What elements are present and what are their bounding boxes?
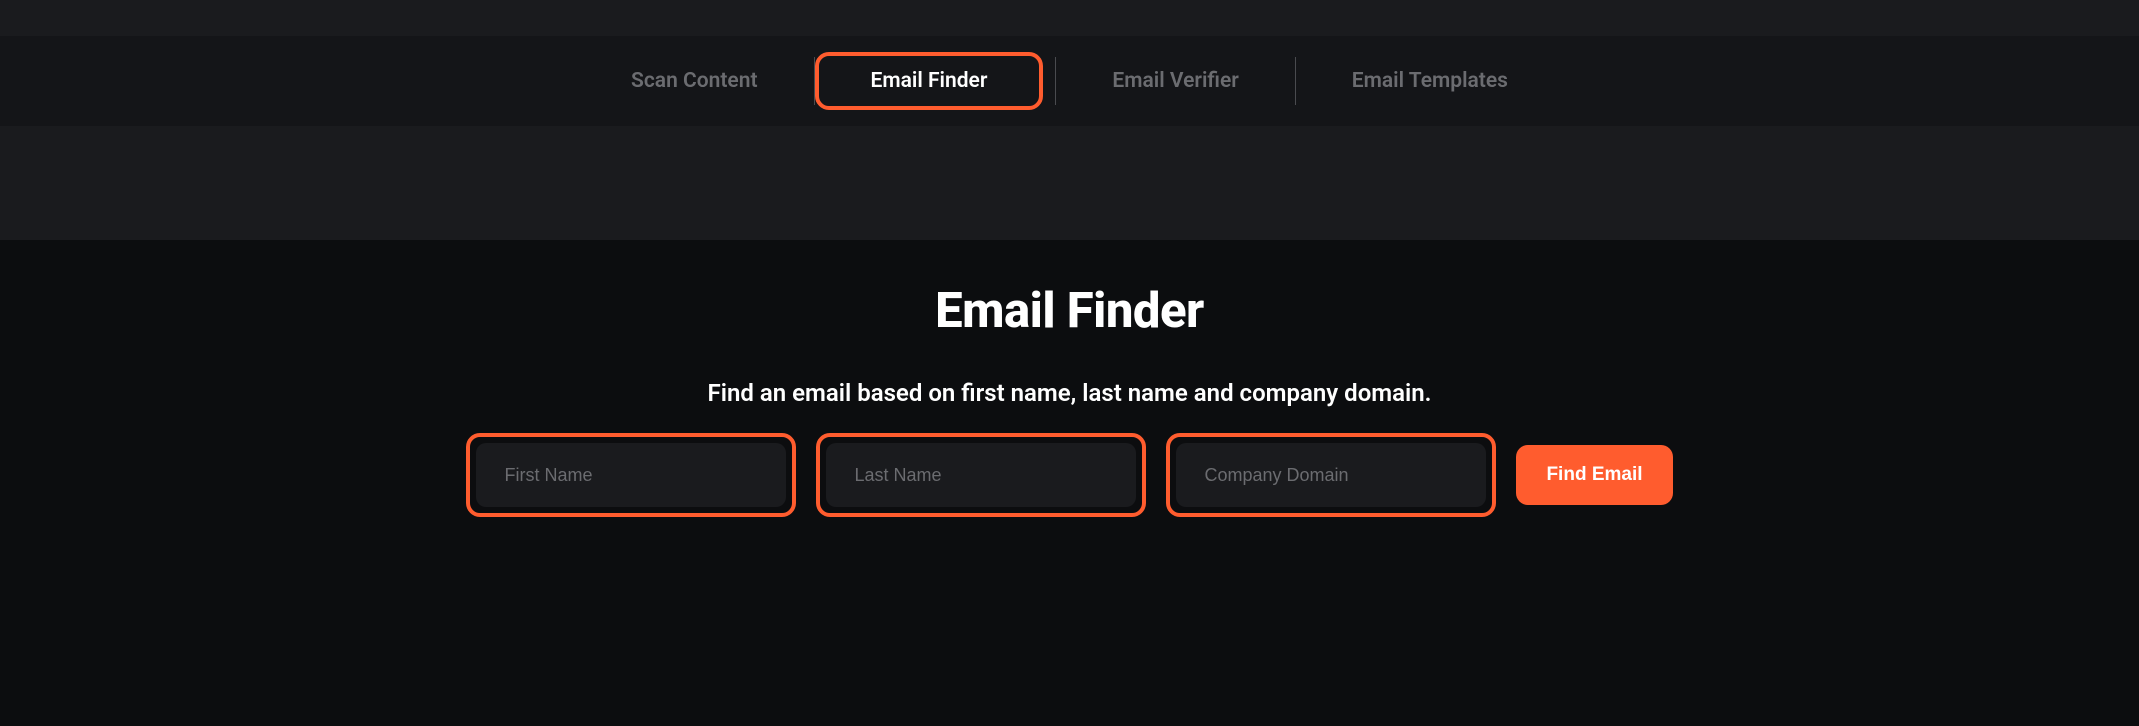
tabs-bar: Scan Content Email Finder Email Verifier…	[0, 36, 2139, 126]
tabs-container: Scan Content Email Finder Email Verifier…	[575, 52, 1564, 110]
first-name-input[interactable]	[476, 443, 786, 507]
last-name-input[interactable]	[826, 443, 1136, 507]
first-name-wrap	[466, 433, 796, 517]
find-email-button[interactable]: Find Email	[1516, 445, 1672, 505]
page-title: Email Finder	[0, 282, 2139, 339]
tab-email-verifier[interactable]: Email Verifier	[1056, 52, 1294, 110]
finder-form: Find Email	[0, 433, 2139, 517]
tab-email-templates[interactable]: Email Templates	[1296, 52, 1564, 110]
top-spacer	[0, 0, 2139, 36]
last-name-wrap	[816, 433, 1146, 517]
company-domain-wrap	[1166, 433, 1496, 517]
main-content: Email Finder Find an email based on firs…	[0, 240, 2139, 517]
company-domain-input[interactable]	[1176, 443, 1486, 507]
mid-spacer	[0, 126, 2139, 240]
page-subheading: Find an email based on first name, last …	[0, 379, 2139, 407]
tab-scan-content[interactable]: Scan Content	[575, 52, 813, 110]
tab-email-finder[interactable]: Email Finder	[815, 52, 1044, 110]
